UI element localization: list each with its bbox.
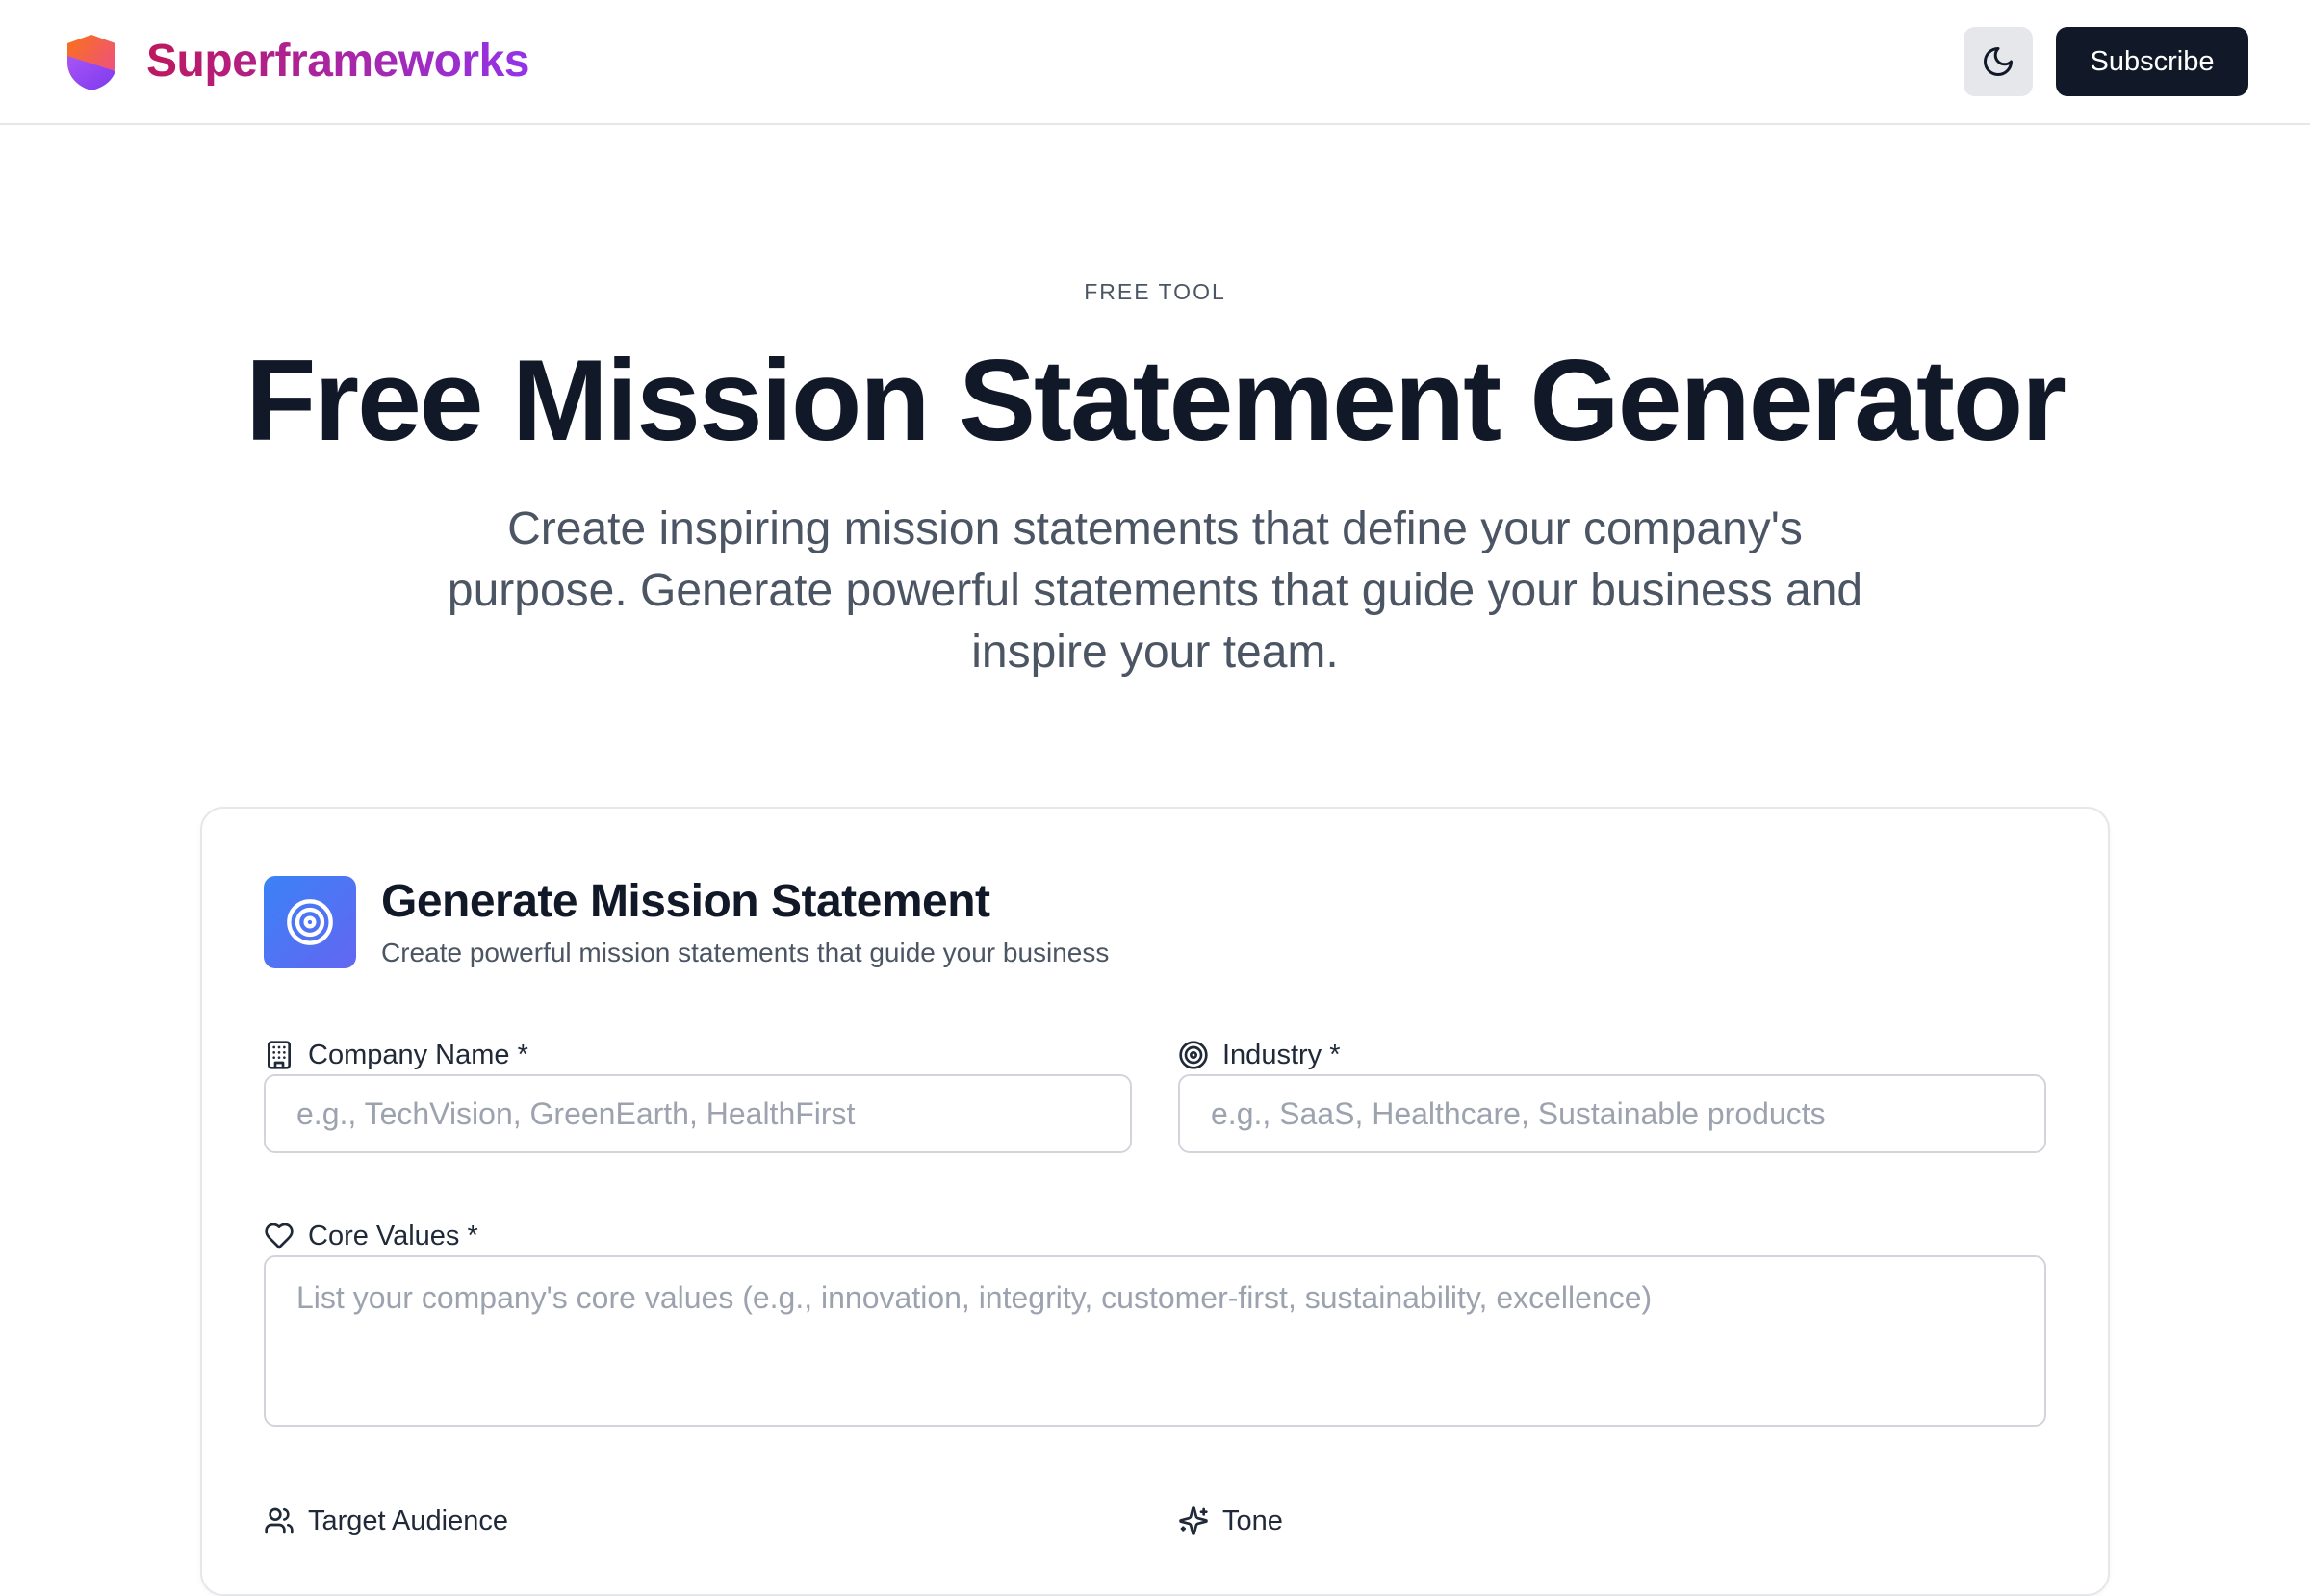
site-header: Superframeworks Subscribe — [0, 0, 2310, 125]
tone-label: Tone — [1178, 1504, 1283, 1538]
target-icon — [264, 876, 356, 968]
industry-label: Industry * — [1178, 1038, 1341, 1072]
core-values-label: Core Values * — [264, 1219, 478, 1253]
building-icon — [268, 1041, 291, 1069]
company-name-input[interactable] — [264, 1074, 1132, 1153]
moon-icon — [1984, 47, 2013, 76]
company-name-label-text: Company Name * — [308, 1040, 528, 1070]
theme-toggle-button[interactable] — [1964, 27, 2033, 96]
form-title: Generate Mission Statement — [381, 876, 990, 927]
tone-label-text: Tone — [1222, 1506, 1283, 1536]
target-audience-label: Target Audience — [264, 1504, 508, 1538]
industry-input[interactable] — [1178, 1074, 2046, 1153]
subscribe-button[interactable]: Subscribe — [2056, 27, 2248, 96]
brand-name[interactable]: Superframeworks — [146, 33, 530, 90]
target-audience-label-text: Target Audience — [308, 1506, 508, 1536]
core-values-label-text: Core Values * — [308, 1221, 478, 1251]
page-title: Free Mission Statement Generator — [245, 336, 2066, 465]
hero-eyebrow: FREE TOOL — [1084, 279, 1226, 304]
heart-icon — [265, 1223, 294, 1249]
shield-logo-icon[interactable] — [64, 33, 119, 92]
sparkles-icon — [1179, 1506, 1208, 1535]
core-values-textarea[interactable] — [264, 1255, 2046, 1427]
users-icon — [265, 1507, 294, 1534]
generator-form-card: Generate Mission Statement Create powerf… — [200, 807, 2110, 1596]
target-icon — [1179, 1041, 1208, 1069]
company-name-label: Company Name * — [264, 1038, 528, 1072]
hero-subtitle: Create inspiring mission statements that… — [447, 503, 1863, 678]
industry-label-text: Industry * — [1222, 1040, 1341, 1070]
form-subtitle: Create powerful mission statements that … — [381, 938, 1110, 967]
